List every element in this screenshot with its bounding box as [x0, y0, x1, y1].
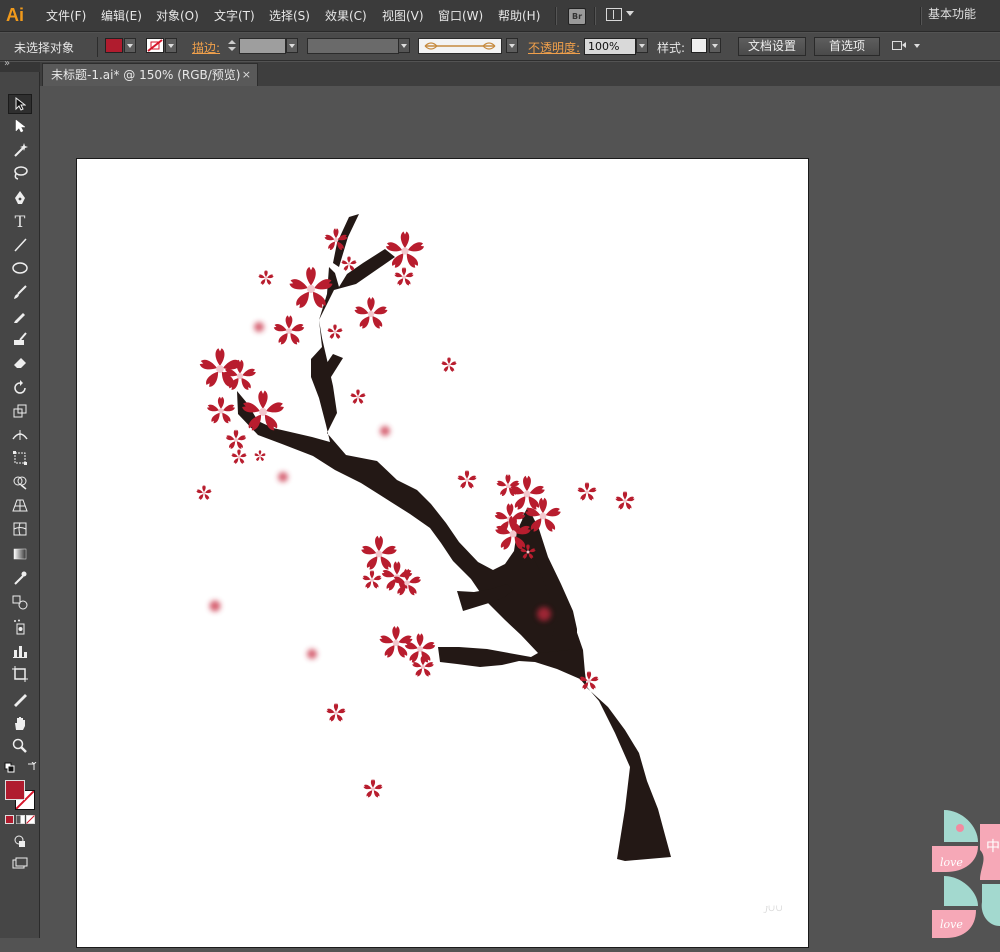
menu-separator: [555, 7, 557, 25]
menu-separator: [594, 7, 596, 25]
watermark-text: love: [940, 918, 963, 931]
brush-dropdown[interactable]: [506, 38, 518, 53]
free-transform-tool-icon[interactable]: [8, 448, 32, 468]
tab-document-title: 未标题-1.ai* @ 150% (RGB/预览): [51, 68, 241, 82]
pencil-tool-icon[interactable]: [8, 306, 32, 326]
arrange-grid-icon: [606, 8, 622, 21]
menu-select[interactable]: 选择(S): [269, 0, 310, 32]
opacity-label[interactable]: 不透明度:: [528, 39, 580, 56]
pen-tool-icon[interactable]: [8, 188, 32, 208]
gradient-tool-icon[interactable]: [8, 544, 32, 564]
toolbox-collapse-grip[interactable]: [0, 58, 40, 72]
site-watermark: 中 love love: [924, 806, 1000, 938]
panel-options-button[interactable]: [892, 39, 920, 56]
screen-mode-icon[interactable]: [8, 854, 32, 874]
mesh-tool-icon[interactable]: [8, 519, 32, 539]
menu-edit[interactable]: 编辑(E): [101, 0, 142, 32]
menu-type[interactable]: 文字(T): [214, 0, 255, 32]
shape-builder-tool-icon[interactable]: [8, 472, 32, 492]
arrange-documents-button[interactable]: [606, 8, 634, 23]
tab-document[interactable]: 未标题-1.ai* @ 150% (RGB/预览) ×: [42, 63, 258, 86]
perspective-grid-tool-icon[interactable]: [8, 495, 32, 515]
stroke-weight-dropdown[interactable]: [286, 38, 298, 53]
selection-status: 未选择对象: [14, 41, 75, 55]
stroke-color-swatch[interactable]: [146, 38, 164, 53]
app-logo: Ai: [6, 5, 24, 25]
stroke-weight-input[interactable]: [239, 38, 286, 54]
ellipse-tool-icon[interactable]: [8, 259, 32, 279]
fill-stroke-swatches[interactable]: [5, 780, 35, 810]
scale-tool-icon[interactable]: [8, 401, 32, 421]
artboard-tool-icon[interactable]: [8, 664, 32, 684]
stroke-dropdown[interactable]: [165, 38, 177, 53]
rotate-tool-icon[interactable]: [8, 378, 32, 398]
plum-blossom-artwork: ȷ∪∪: [77, 214, 783, 914]
eraser-tool-icon[interactable]: [8, 352, 32, 372]
preferences-button[interactable]: 首选项: [814, 37, 880, 56]
arrow-up-icon: [228, 40, 236, 44]
brush-stroke-icon: [424, 42, 496, 50]
lasso-tool-icon[interactable]: [8, 163, 32, 183]
tools-panel: T: [0, 58, 40, 938]
drawing-mode-icon[interactable]: [8, 832, 32, 852]
symbol-sprayer-tool-icon[interactable]: [8, 617, 32, 637]
stroke-label[interactable]: 描边:: [192, 39, 220, 56]
slice-tool-icon[interactable]: [8, 689, 32, 709]
artboard[interactable]: ȷ∪∪: [76, 158, 809, 948]
hand-tool-icon[interactable]: [8, 713, 32, 733]
color-mode-buttons[interactable]: [5, 814, 35, 828]
menu-bar: Ai 文件(F) 编辑(E) 对象(O) 文字(T) 选择(S) 效果(C) 视…: [0, 0, 1000, 32]
close-icon[interactable]: ×: [242, 64, 251, 86]
menu-object[interactable]: 对象(O): [156, 0, 199, 32]
fill-swatch[interactable]: [5, 780, 25, 800]
style-label: 样式:: [657, 41, 686, 55]
stroke-weight-stepper[interactable]: [227, 38, 237, 54]
workspace-switcher[interactable]: 基本功能: [928, 0, 976, 32]
menu-file[interactable]: 文件(F): [46, 0, 86, 32]
watermark-text: 中: [986, 839, 1000, 855]
menu-window[interactable]: 窗口(W): [438, 0, 483, 32]
control-bar: 未选择对象 描边: 不透明度: 100% 样式: 文档设置 首选项: [0, 33, 1000, 61]
direct-selection-tool-icon[interactable]: [8, 117, 32, 137]
document-setup-button[interactable]: 文档设置: [738, 37, 806, 56]
artist-signature: ȷ∪∪: [763, 904, 783, 914]
opacity-input[interactable]: 100%: [584, 38, 636, 55]
magic-wand-tool-icon[interactable]: [8, 140, 32, 160]
blob-brush-tool-icon[interactable]: [8, 329, 32, 349]
chevron-down-icon: [626, 11, 634, 16]
divider: [97, 37, 98, 57]
bridge-button[interactable]: Br: [568, 8, 586, 25]
paintbrush-tool-icon[interactable]: [8, 282, 32, 302]
document-tab-bar: 未标题-1.ai* @ 150% (RGB/预览) ×: [0, 62, 1000, 86]
style-dropdown[interactable]: [709, 38, 721, 53]
graphic-style-swatch[interactable]: [691, 38, 707, 53]
width-tool-icon[interactable]: [8, 425, 32, 445]
watermark-text: love: [940, 856, 963, 869]
fill-dropdown[interactable]: [124, 38, 136, 53]
eyedropper-tool-icon[interactable]: [8, 568, 32, 588]
menu-separator: [920, 7, 922, 25]
default-colors-icon[interactable]: [4, 761, 38, 777]
brush-definition-preview[interactable]: [418, 38, 502, 54]
panel-menu-icon: [892, 41, 920, 50]
line-segment-tool-icon[interactable]: [8, 235, 32, 255]
profile-dropdown[interactable]: [398, 38, 410, 53]
opacity-dropdown[interactable]: [636, 38, 648, 53]
menu-view[interactable]: 视图(V): [382, 0, 424, 32]
arrow-down-icon: [228, 47, 236, 51]
fill-color-swatch[interactable]: [105, 38, 123, 53]
type-tool-icon[interactable]: T: [8, 212, 32, 232]
selection-tool-icon[interactable]: [8, 94, 32, 114]
tree-branch: [237, 214, 671, 861]
blend-tool-icon[interactable]: [8, 592, 32, 612]
zoom-tool-icon[interactable]: [8, 736, 32, 756]
menu-help[interactable]: 帮助(H): [498, 0, 540, 32]
menu-effect[interactable]: 效果(C): [325, 0, 367, 32]
column-graph-tool-icon[interactable]: [8, 641, 32, 661]
no-stroke-icon: [147, 39, 163, 52]
variable-width-profile[interactable]: [307, 38, 399, 54]
